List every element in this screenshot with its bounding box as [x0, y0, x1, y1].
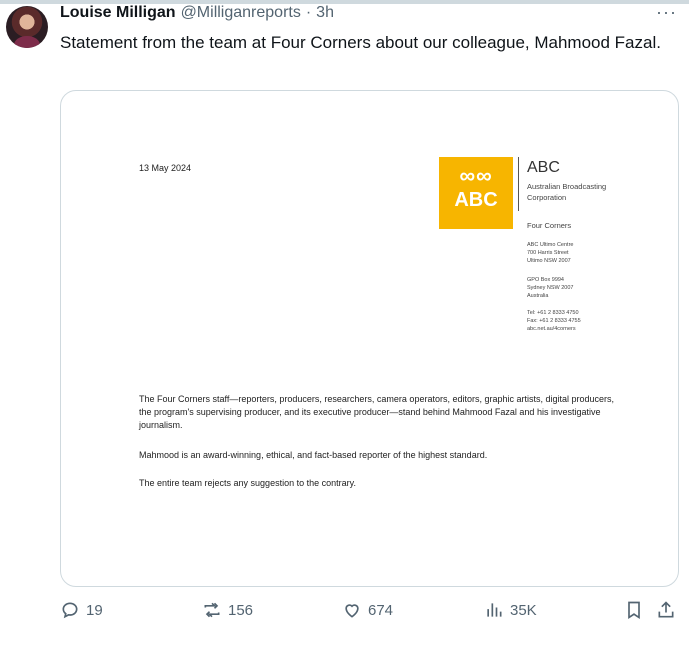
like-button[interactable]: 674	[342, 600, 393, 620]
statement-paragraph-1: The Four Corners staff—reporters, produc…	[139, 394, 615, 430]
author-handle[interactable]: @Milliganreports	[181, 4, 301, 22]
repost-icon	[204, 602, 220, 618]
bookmark-icon	[628, 601, 640, 620]
address-street: ABC Ultimo Centre 700 Harris Street Ulti…	[527, 242, 574, 264]
views-count: 35K	[510, 601, 537, 619]
speech-bubble-icon	[62, 602, 78, 619]
abc-logo-text: ABC	[454, 189, 498, 211]
tweet-header: Louise Milligan @Milliganreports · 3h	[60, 4, 334, 26]
program-name: Four Corners	[527, 221, 572, 230]
org-short-name: ABC	[527, 159, 560, 176]
heart-icon	[345, 604, 359, 618]
address-postal: GPO Box 9994 Sydney NSW 2007 Australia	[527, 277, 574, 299]
reply-button[interactable]: 19	[60, 600, 103, 620]
statement-paragraph-2: Mahmood is an award-winning, ethical, an…	[139, 450, 488, 460]
tweet-media-image[interactable]: 13 May 2024 ∞∞ ABC ABC Australian Broadc…	[60, 90, 679, 587]
views-button[interactable]: 35K	[484, 600, 537, 620]
share-icon	[658, 601, 674, 618]
timestamp[interactable]: 3h	[316, 4, 334, 22]
reply-count: 19	[86, 601, 103, 619]
abc-lissajous-icon: ∞∞	[459, 163, 493, 188]
repost-button[interactable]: 156	[202, 600, 253, 620]
document-date: 13 May 2024	[139, 163, 192, 173]
author-name[interactable]: Louise Milligan	[60, 4, 176, 22]
repost-count: 156	[228, 601, 254, 619]
avatar[interactable]	[6, 6, 48, 48]
org-full-name: Australian Broadcasting Corporation	[527, 182, 607, 202]
tweet-text: Statement from the team at Four Corners …	[60, 33, 661, 52]
address-contact: Tel: +61 2 8333 4750 Fax: +61 2 8333 475…	[527, 310, 581, 332]
logo-divider	[518, 157, 519, 211]
separator-dot: ·	[305, 4, 312, 21]
statement-paragraph-3: The entire team rejects any suggestion t…	[139, 478, 356, 488]
tweet-actions-bar: 19 156 674 35K	[60, 600, 680, 628]
share-button[interactable]	[656, 600, 676, 620]
bookmark-button[interactable]	[624, 600, 644, 620]
bar-chart-icon	[487, 603, 502, 617]
more-options-icon[interactable]: ···	[656, 2, 677, 23]
like-count: 674	[368, 601, 394, 619]
abc-logo: ∞∞ ABC	[439, 157, 513, 229]
